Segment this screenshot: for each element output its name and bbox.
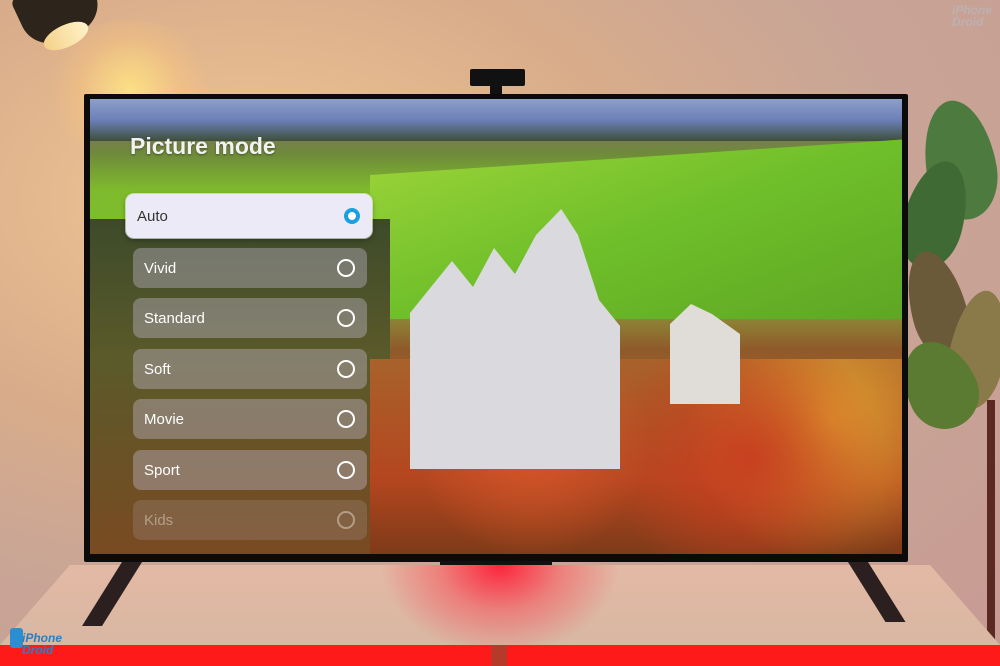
option-label: Sport: [144, 461, 180, 479]
option-label: Vivid: [144, 259, 177, 277]
option-vivid[interactable]: Vivid: [133, 248, 367, 288]
tv-screen: Picture mode Auto Vivid Standard Soft Mo…: [90, 99, 902, 554]
option-label: Movie: [144, 410, 185, 428]
plant-stem: [987, 400, 995, 666]
red-ambient-light: [380, 565, 620, 655]
watermark-text: Droid: [22, 643, 54, 657]
menu-title: Picture mode: [130, 133, 276, 159]
picture-mode-menu: Picture mode Auto Vivid Standard Soft Mo…: [90, 99, 902, 554]
radio-icon: [337, 259, 355, 277]
option-label: Soft: [144, 360, 171, 378]
radio-selected-icon: [344, 208, 360, 224]
option-sport[interactable]: Sport: [133, 450, 367, 490]
watermark-bottom: iPhone Droid: [22, 632, 62, 656]
option-kids[interactable]: Kids: [133, 500, 367, 540]
option-movie[interactable]: Movie: [133, 399, 367, 439]
watermark-text: Droid: [951, 15, 984, 29]
watermark-top: iPhone Droid: [952, 4, 992, 28]
tv-cabinet-divider: [491, 645, 507, 666]
option-auto[interactable]: Auto: [126, 194, 372, 238]
radio-icon: [337, 461, 355, 479]
radio-icon: [337, 410, 355, 428]
option-soft[interactable]: Soft: [133, 349, 367, 389]
option-label: Auto: [137, 207, 168, 225]
radio-icon: [337, 360, 355, 378]
photo-scene: Picture mode Auto Vivid Standard Soft Mo…: [0, 0, 1000, 666]
option-label: Standard: [144, 309, 205, 327]
option-standard[interactable]: Standard: [133, 298, 367, 338]
option-label: Kids: [144, 511, 174, 529]
radio-icon: [337, 511, 355, 529]
radio-icon: [337, 309, 355, 327]
